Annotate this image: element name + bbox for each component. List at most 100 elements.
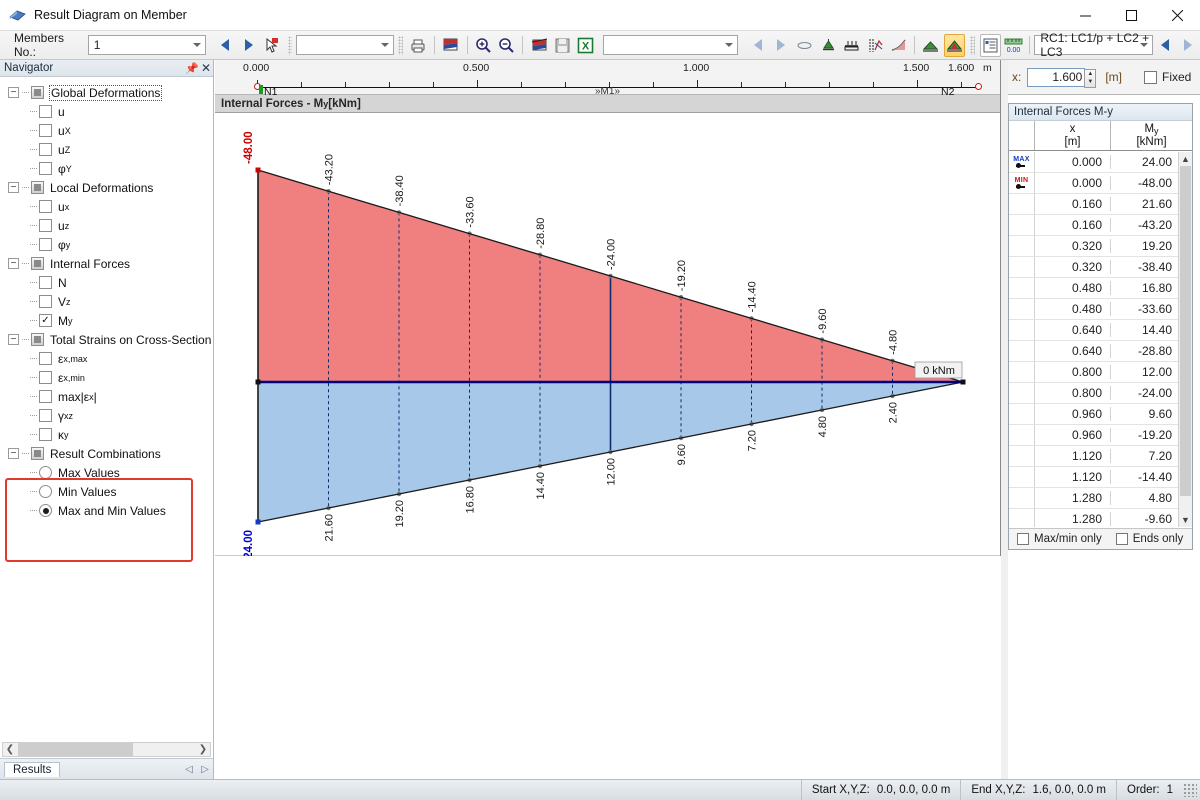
scroll-up-icon[interactable]: ▲ (1179, 152, 1192, 166)
table-row[interactable]: 0.160 -43.20 (1009, 215, 1192, 236)
radio-button[interactable] (39, 504, 52, 517)
item-checkbox[interactable] (39, 390, 52, 403)
save-button[interactable] (552, 34, 573, 57)
support-button[interactable] (817, 34, 838, 57)
panel-splitter[interactable] (1001, 60, 1008, 779)
diagram-canvas[interactable]: -43.20 21.60 -38.40 19.20 -33.60 16.80 -28.80 1… (215, 113, 1001, 559)
tree-item-uz[interactable]: uZ (0, 140, 213, 159)
tree-item-vz[interactable]: Vz (0, 292, 213, 311)
scrollbar-thumb[interactable] (18, 743, 133, 756)
table-row[interactable]: 0.320 19.20 (1009, 236, 1192, 257)
results-table-scrollbar[interactable]: ▲ ▼ (1178, 152, 1192, 527)
scrollbar-track[interactable] (135, 743, 195, 756)
tree-group-header[interactable]: − Local Deformations (0, 178, 213, 197)
next-member-button[interactable] (238, 34, 259, 57)
group-checkbox[interactable] (31, 181, 44, 194)
pick-member-button[interactable] (261, 34, 282, 57)
tree-group-header[interactable]: − Global Deformations (0, 83, 213, 102)
tree-item-eps-x-max[interactable]: ε x,max (0, 349, 213, 368)
table-row[interactable]: 0.480 16.80 (1009, 278, 1192, 299)
zoom-out-button[interactable] (496, 34, 517, 57)
item-checkbox[interactable] (39, 143, 52, 156)
tree-group-header[interactable]: − Total Strains on Cross-Section (0, 330, 213, 349)
collapse-icon[interactable]: − (8, 182, 19, 193)
group-checkbox[interactable] (31, 333, 44, 346)
table-row[interactable]: 1.120 7.20 (1009, 446, 1192, 467)
excel-export-button[interactable]: X (575, 34, 596, 57)
resize-gripper-icon[interactable] (1183, 783, 1197, 797)
radio-min-values[interactable]: Min Values (0, 482, 213, 501)
fixed-checkbox-group[interactable]: Fixed (1144, 70, 1191, 84)
table-row[interactable]: 0.640 -28.80 (1009, 341, 1192, 362)
tree-item-ux-local[interactable]: ux (0, 197, 213, 216)
scroll-right-icon[interactable]: ❯ (196, 744, 210, 755)
x-input[interactable]: 1.600 ▲ ▼ (1027, 67, 1097, 88)
ends-only-checkbox[interactable] (1115, 533, 1128, 545)
table-row[interactable]: 0.800 -24.00 (1009, 383, 1192, 404)
table-row[interactable]: 1.120 -14.40 (1009, 467, 1192, 488)
pin-icon[interactable]: 📌 (185, 62, 199, 75)
table-row[interactable]: 0.480 -33.60 (1009, 299, 1192, 320)
tree-item-kappa-y[interactable]: κy (0, 425, 213, 444)
nav-prev-button[interactable] (747, 34, 768, 57)
scroll-down-icon[interactable]: ▼ (1179, 513, 1192, 527)
x-spinner[interactable]: ▲ ▼ (1084, 68, 1097, 88)
nav-next-button[interactable] (770, 34, 791, 57)
scroll-left-icon[interactable]: ❮ (3, 744, 17, 755)
table-row[interactable]: 0.320 -38.40 (1009, 257, 1192, 278)
item-checkbox[interactable] (39, 428, 52, 441)
scrollbar-thumb[interactable] (1180, 166, 1191, 496)
collapse-icon[interactable]: − (8, 258, 19, 269)
tree-item-gamma-xz[interactable]: γ xz (0, 406, 213, 425)
render-flat-button[interactable] (920, 34, 941, 57)
group-checkbox[interactable] (31, 447, 44, 460)
item-checkbox[interactable] (39, 409, 52, 422)
group-checkbox[interactable] (31, 86, 44, 99)
tree-item-my[interactable]: ✓ My (0, 311, 213, 330)
render-solid-button[interactable] (943, 33, 966, 57)
table-row[interactable]: 1.280 4.80 (1009, 488, 1192, 509)
zoom-in-button[interactable] (472, 34, 493, 57)
moment-diagram[interactable]: -43.20 21.60 -38.40 19.20 -33.60 16.80 -28.80 1… (215, 113, 1001, 559)
navigator-horizontal-scrollbar[interactable]: ❮ ❯ (2, 742, 211, 757)
maximize-button[interactable] (1108, 0, 1154, 31)
table-row[interactable]: MIN 0.000 -48.00 (1009, 173, 1192, 194)
chevron-down-icon[interactable] (1136, 36, 1152, 54)
member-button[interactable] (841, 34, 862, 57)
values-button[interactable] (864, 34, 885, 57)
item-checkbox[interactable] (39, 105, 52, 118)
radio-max-values[interactable]: Max Values (0, 463, 213, 482)
item-checkbox[interactable] (39, 295, 52, 308)
tab-prev-icon[interactable]: ◁ (181, 764, 197, 775)
item-checkbox[interactable] (39, 371, 52, 384)
table-row[interactable]: 0.800 12.00 (1009, 362, 1192, 383)
filter-combo[interactable] (296, 35, 395, 55)
chevron-down-icon[interactable] (721, 36, 737, 54)
combination-combo[interactable]: RC1: LC1/p + LC2 + LC3 (1034, 31, 1153, 59)
table-row[interactable]: MAX 0.000 24.00 (1009, 152, 1192, 173)
tree-item-u[interactable]: u (0, 102, 213, 121)
item-checkbox[interactable] (39, 276, 52, 289)
item-checkbox[interactable] (39, 238, 52, 251)
members-no-combo[interactable]: 1 (87, 35, 207, 55)
tree-item-ux[interactable]: uX (0, 121, 213, 140)
tree-item-phiy-local[interactable]: φy (0, 235, 213, 254)
tab-next-icon[interactable]: ▷ (197, 764, 213, 775)
collapse-icon[interactable]: − (8, 448, 19, 459)
print-preview-button[interactable] (440, 34, 461, 57)
tree-item-uz-local[interactable]: uz (0, 216, 213, 235)
radio-button[interactable] (39, 485, 52, 498)
table-row[interactable]: 0.640 14.40 (1009, 320, 1192, 341)
close-icon[interactable]: ✕ (199, 61, 213, 75)
maxmin-only-option[interactable]: Max/min only (1017, 533, 1102, 545)
item-checkbox[interactable] (39, 219, 52, 232)
item-checkbox[interactable] (39, 162, 52, 175)
collapse-icon[interactable]: − (8, 87, 19, 98)
table-row[interactable]: 1.280 -9.60 (1009, 509, 1192, 527)
spinner-up-icon[interactable]: ▲ (1085, 70, 1095, 79)
item-checkbox[interactable] (39, 352, 52, 365)
combination-next-button[interactable] (1177, 34, 1198, 57)
graphic-export-button[interactable] (528, 34, 549, 57)
group-checkbox[interactable] (31, 257, 44, 270)
curve-button[interactable] (888, 34, 909, 57)
